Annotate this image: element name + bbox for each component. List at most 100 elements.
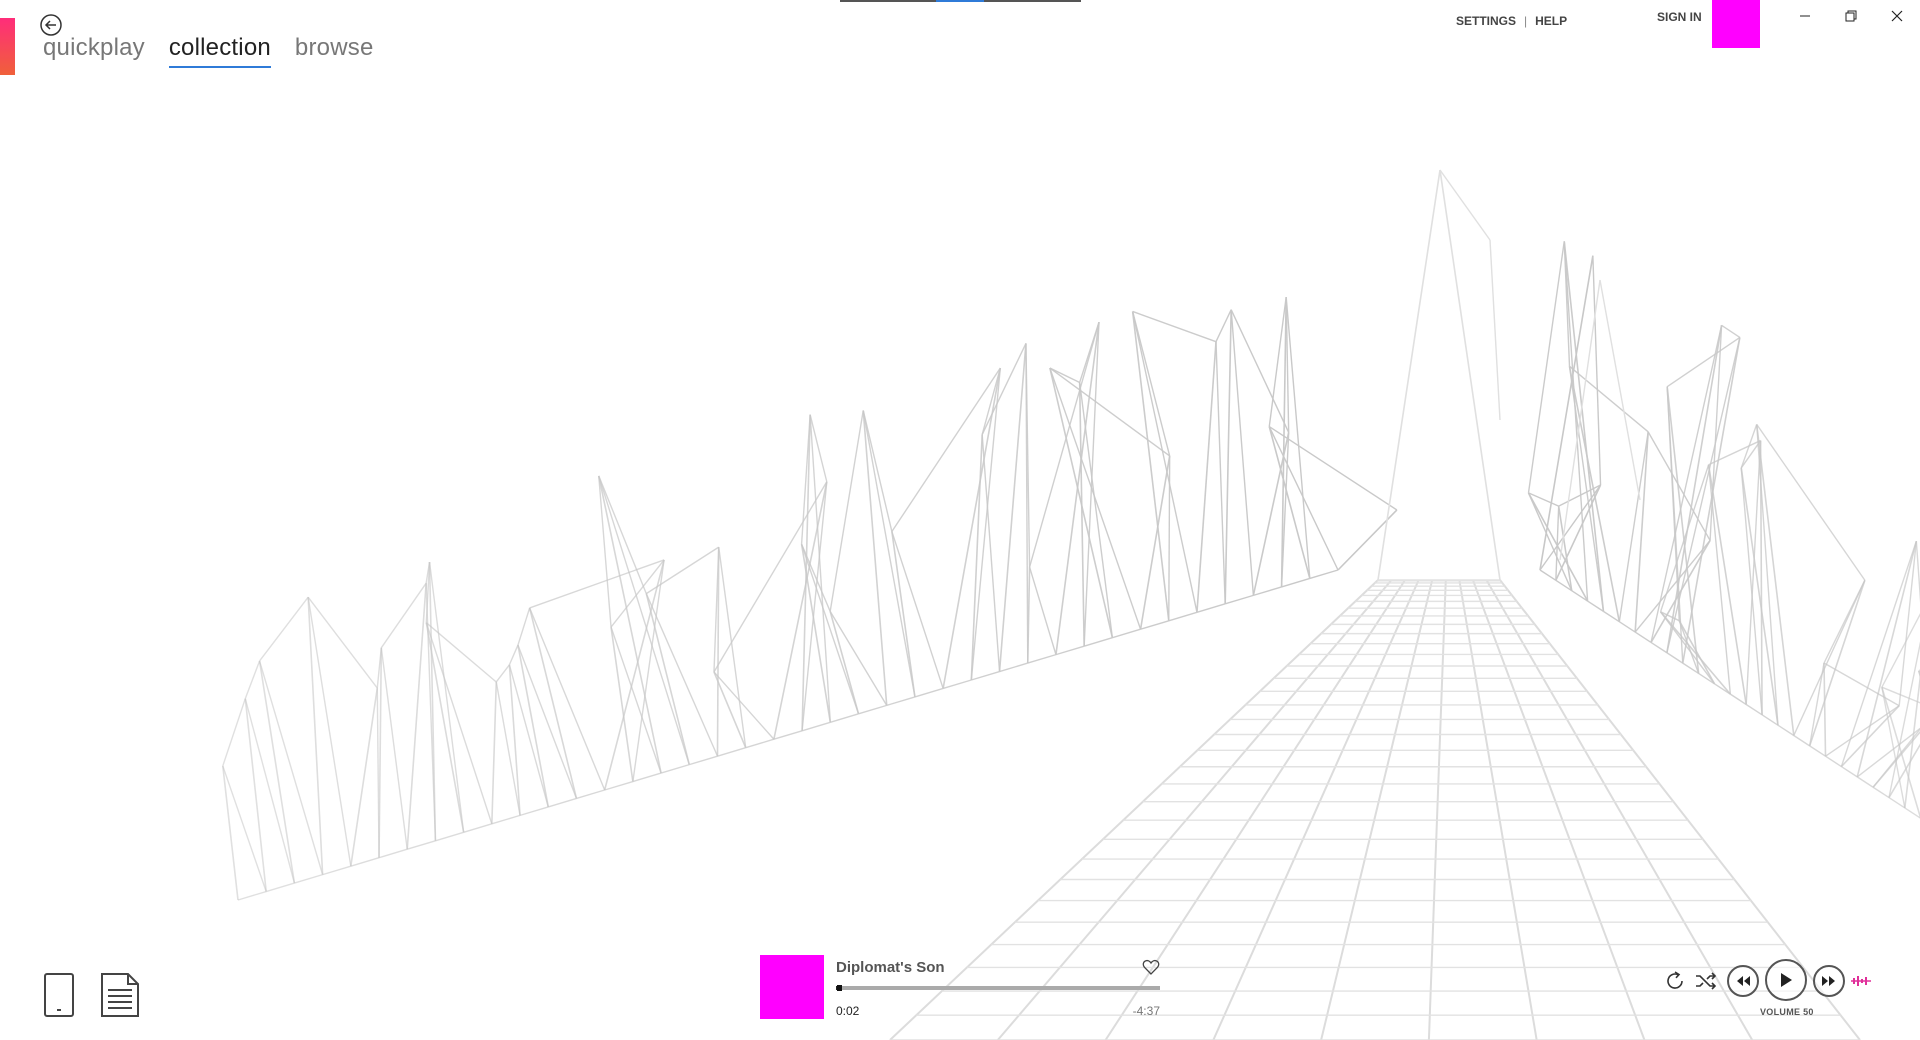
wireframe-line [1729, 693, 1747, 706]
wireframe-line [999, 662, 1028, 673]
wireframe-line [1027, 653, 1057, 664]
avatar[interactable] [1712, 0, 1760, 48]
wireframe-line [350, 687, 379, 867]
wireframe-line [1215, 341, 1226, 604]
wireframe-line [1659, 611, 1731, 695]
wireframe-line [1634, 431, 1649, 633]
wireframe-line [1761, 714, 1779, 726]
wireframe-line [519, 806, 549, 817]
wireframe-line [1083, 637, 1113, 647]
wireframe-line [942, 367, 1002, 689]
wireframe-line [598, 475, 612, 628]
wireframe-line [1777, 724, 1795, 737]
wireframe-line [1131, 311, 1198, 613]
wireframe-line [378, 848, 408, 859]
track-title[interactable]: Diplomat's Son [836, 959, 945, 976]
wireframe-line [406, 583, 427, 850]
wireframe-line [495, 681, 521, 816]
volume-label: VOLUME 50 [1760, 1007, 1814, 1017]
album-art[interactable] [760, 955, 824, 1019]
tab-collection[interactable]: collection [168, 34, 271, 68]
rewind-button[interactable] [1727, 965, 1759, 997]
wireframe-line [517, 644, 578, 799]
wireframe-line [1587, 600, 1604, 612]
visualizer-background [222, 169, 1920, 1040]
wireframe-line [350, 857, 380, 867]
wireframe-line [829, 410, 864, 612]
seek-bar[interactable] [836, 985, 1160, 991]
wireframe-line [1139, 455, 1171, 630]
heart-icon [1142, 959, 1160, 975]
wireframe-line [773, 481, 828, 740]
wireframe-line [971, 670, 1000, 681]
wireframe-line [1131, 311, 1171, 457]
wireframe-line [1568, 366, 1621, 622]
help-link[interactable]: HELP [1535, 14, 1567, 28]
wireframe-line [1253, 586, 1282, 597]
shuffle-button[interactable] [1693, 968, 1719, 994]
main-nav: quickplay collection browse [43, 34, 374, 68]
wireframe-line [713, 481, 828, 673]
wireframe-line [1337, 509, 1398, 571]
wireframe-line [1055, 645, 1085, 656]
wireframe-line [829, 611, 860, 715]
tab-browse[interactable]: browse [295, 34, 374, 68]
wireframe-line [1856, 540, 1918, 778]
wireframe-line [1489, 239, 1501, 421]
settings-link[interactable]: SETTINGS [1456, 14, 1516, 28]
loading-progress-segment [936, 0, 984, 2]
wireframe-line [1823, 663, 1827, 757]
shuffle-icon [1696, 972, 1717, 990]
wireframe-line [809, 414, 832, 723]
equalizer-button[interactable] [1850, 968, 1872, 994]
wireframe-line [745, 738, 775, 749]
wireframe-line [632, 772, 662, 783]
wireframe-line [1215, 309, 1232, 342]
device-button[interactable] [43, 972, 75, 1023]
rewind-icon [1737, 976, 1750, 986]
wireframe-line [886, 696, 916, 707]
wireframe-line [829, 611, 888, 706]
wireframe-line [1721, 324, 1741, 338]
close-button[interactable] [1874, 0, 1920, 32]
sign-in-link[interactable]: SIGN IN [1657, 10, 1702, 24]
wireframe-line [713, 671, 775, 740]
wireframe-line [598, 475, 647, 594]
wireframe-line [1634, 631, 1652, 644]
wireframe-line [610, 626, 634, 782]
seek-bar-thumb[interactable] [837, 985, 843, 991]
fast-forward-button[interactable] [1813, 965, 1845, 997]
wireframe-line [1872, 730, 1920, 788]
accent-strip [0, 18, 15, 75]
wireframe-line [1028, 321, 1100, 568]
wireframe-line [222, 698, 246, 767]
wireframe-line [1168, 611, 1198, 622]
playlist-button[interactable] [100, 972, 140, 1023]
wireframe-line [1427, 579, 1447, 1040]
wireframe-line [1309, 569, 1339, 580]
wireframe-line [604, 780, 634, 791]
wireframe-line [1659, 464, 1710, 613]
wireframe-line [1650, 641, 1668, 654]
header-links: SETTINGS | HELP [1456, 14, 1567, 28]
tab-quickplay[interactable]: quickplay [43, 34, 145, 68]
wireframe-line [1808, 662, 1825, 746]
repeat-button[interactable] [1662, 968, 1688, 994]
loading-progress-bar [840, 0, 1081, 2]
header-separator: | [1524, 14, 1528, 28]
minimize-icon [1800, 15, 1810, 17]
restore-icon [1845, 10, 1857, 22]
wireframe-line [1132, 310, 1217, 343]
wireframe-line [1112, 628, 1141, 639]
wireframe-line [508, 664, 521, 816]
wireframe-line [259, 596, 309, 662]
now-playing-panel: Diplomat's Son 0:02 -4:37 [760, 955, 1160, 1020]
wireframe-line [970, 367, 1001, 681]
wireframe-line [998, 343, 1027, 672]
minimize-button[interactable] [1782, 0, 1828, 32]
wireframe-line [576, 789, 605, 800]
wireframe-line [801, 721, 831, 732]
restore-button[interactable] [1828, 0, 1874, 32]
like-button[interactable] [1142, 958, 1160, 976]
play-button[interactable] [1765, 959, 1807, 1001]
